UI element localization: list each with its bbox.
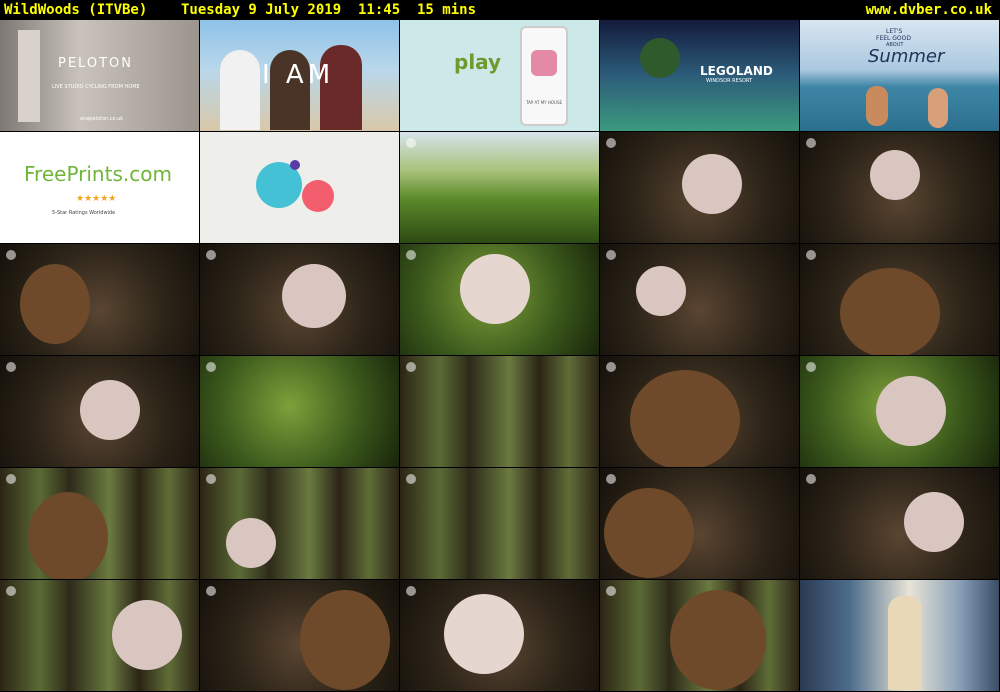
thumbnail-peloton-ad[interactable]: PELOTON LIVE STUDIO CYCLING FROM HOME on…	[0, 20, 200, 132]
creature-body	[20, 264, 90, 344]
thumbnail-creature[interactable]	[200, 244, 400, 356]
thumbnail-creature[interactable]	[200, 580, 400, 692]
thumbnail-legoland-ad[interactable]: LEGOLAND WINDSOR RESORT	[600, 20, 800, 132]
thumbnail-creature[interactable]	[600, 244, 800, 356]
red-circle	[302, 180, 334, 212]
thumbnail-creature[interactable]	[0, 356, 200, 468]
summer-line1: LET'S	[886, 28, 903, 35]
creature-body	[630, 370, 740, 467]
thumbnail-hills[interactable]	[400, 132, 600, 244]
thumbnail-forest[interactable]	[400, 356, 600, 468]
child-figure	[888, 596, 922, 690]
creature-head	[876, 376, 946, 446]
thumbnail-iam-ad[interactable]: I AM	[200, 20, 400, 132]
creature-head	[870, 150, 920, 200]
thumbnail-creature[interactable]	[400, 244, 600, 356]
creature-body	[28, 492, 108, 579]
iam-logo: I AM	[262, 60, 335, 90]
channel-logo	[6, 474, 16, 484]
channel-logo	[606, 250, 616, 260]
rating-text: 5-Star Ratings Worldwide	[52, 210, 116, 216]
haunted-logo	[640, 38, 680, 78]
creature-head	[682, 154, 742, 214]
channel-logo	[6, 250, 16, 260]
thumbnail-creature[interactable]	[400, 580, 600, 692]
channel-logo	[406, 138, 416, 148]
thumbnail-play-ad[interactable]: play TAP AT MY HOUSE	[400, 20, 600, 132]
channel-logo	[806, 474, 816, 484]
channel-logo	[206, 250, 216, 260]
thumbnail-creature[interactable]	[800, 132, 1000, 244]
summer-title: Summer	[868, 46, 945, 67]
channel-logo	[6, 362, 16, 372]
summer-line2: FEEL GOOD	[876, 35, 911, 42]
thumbnail-balloon-logo[interactable]	[200, 132, 400, 244]
header-bar: WildWoods (ITVBe) Tuesday 9 July 2019 11…	[0, 0, 1000, 20]
channel-logo	[6, 586, 16, 596]
channel-logo	[206, 586, 216, 596]
channel-logo	[806, 138, 816, 148]
creature-head	[444, 594, 524, 674]
play-cta: TAP AT MY HOUSE	[526, 100, 563, 105]
thumbnail-creature[interactable]	[600, 468, 800, 580]
peloton-logo: PELOTON	[58, 56, 133, 71]
thumbnail-creature[interactable]	[600, 356, 800, 468]
person-figure	[928, 88, 948, 128]
rating-stars: ★★★★★	[76, 194, 117, 204]
channel-logo	[406, 474, 416, 484]
person-figure	[866, 86, 888, 126]
channel-logo	[606, 474, 616, 484]
programme-info: WildWoods (ITVBe) Tuesday 9 July 2019 11…	[4, 2, 477, 18]
thumbnail-creature[interactable]	[200, 468, 400, 580]
phone-image	[520, 26, 568, 126]
creature-head	[460, 254, 530, 324]
channel-logo	[806, 250, 816, 260]
creature-head	[226, 518, 276, 568]
creature-body	[604, 488, 694, 578]
play-logo: play	[454, 50, 502, 74]
thumbnail-grid: PELOTON LIVE STUDIO CYCLING FROM HOME on…	[0, 20, 1000, 692]
thumbnail-creature[interactable]	[0, 468, 200, 580]
creature-head	[80, 380, 140, 440]
thumbnail-creature[interactable]	[600, 132, 800, 244]
channel-logo	[406, 586, 416, 596]
thumbnail-kitchen-ad[interactable]	[800, 580, 1000, 692]
channel-logo	[406, 362, 416, 372]
purple-dot	[290, 160, 300, 170]
site-link[interactable]: www.dvber.co.uk	[866, 0, 992, 20]
thumbnail-creature[interactable]	[800, 356, 1000, 468]
channel-logo	[406, 250, 416, 260]
person-figure	[220, 50, 260, 130]
thumbnail-creature[interactable]	[0, 580, 200, 692]
creature-body	[300, 590, 390, 690]
legoland-logo: LEGOLAND	[700, 64, 773, 78]
channel-logo	[206, 474, 216, 484]
peloton-tagline: LIVE STUDIO CYCLING FROM HOME	[52, 84, 140, 90]
thumbnail-creature[interactable]	[800, 244, 1000, 356]
thumbnail-creature[interactable]	[0, 244, 200, 356]
creature-head	[112, 600, 182, 670]
creature-head	[636, 266, 686, 316]
thumbnail-summer-ad[interactable]: LET'S FEEL GOOD ABOUT Summer	[800, 20, 1000, 132]
thumbnail-forest[interactable]	[200, 356, 400, 468]
channel-logo	[606, 138, 616, 148]
thumbnail-creature[interactable]	[800, 468, 1000, 580]
thumbnail-freeprints-ad[interactable]: FreePrints.com ★★★★★ 5-Star Ratings Worl…	[0, 132, 200, 244]
creature-body	[840, 268, 940, 355]
peloton-url: onepeloton.co.uk	[80, 116, 124, 122]
creature-head	[904, 492, 964, 552]
thumbnail-creature[interactable]	[600, 580, 800, 692]
freeprints-logo: FreePrints.com	[24, 162, 172, 186]
channel-logo	[806, 362, 816, 372]
legoland-sub: WINDSOR RESORT	[706, 78, 753, 84]
thumbnail-forest[interactable]	[400, 468, 600, 580]
creature-body	[670, 590, 766, 690]
channel-logo	[606, 362, 616, 372]
window-frame	[18, 30, 40, 122]
creature-head	[282, 264, 346, 328]
channel-logo	[606, 586, 616, 596]
channel-logo	[206, 362, 216, 372]
